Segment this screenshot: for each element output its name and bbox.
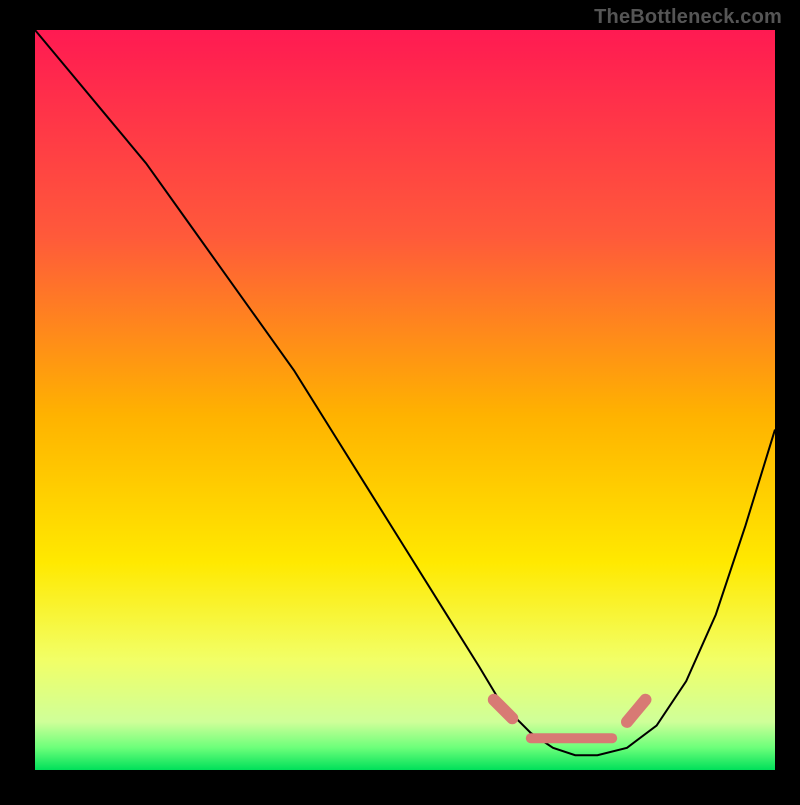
chart-container: TheBottleneck.com [0,0,800,800]
heatmap-background [35,30,775,770]
bottleneck-chart [0,0,800,800]
watermark-label: TheBottleneck.com [594,6,782,29]
